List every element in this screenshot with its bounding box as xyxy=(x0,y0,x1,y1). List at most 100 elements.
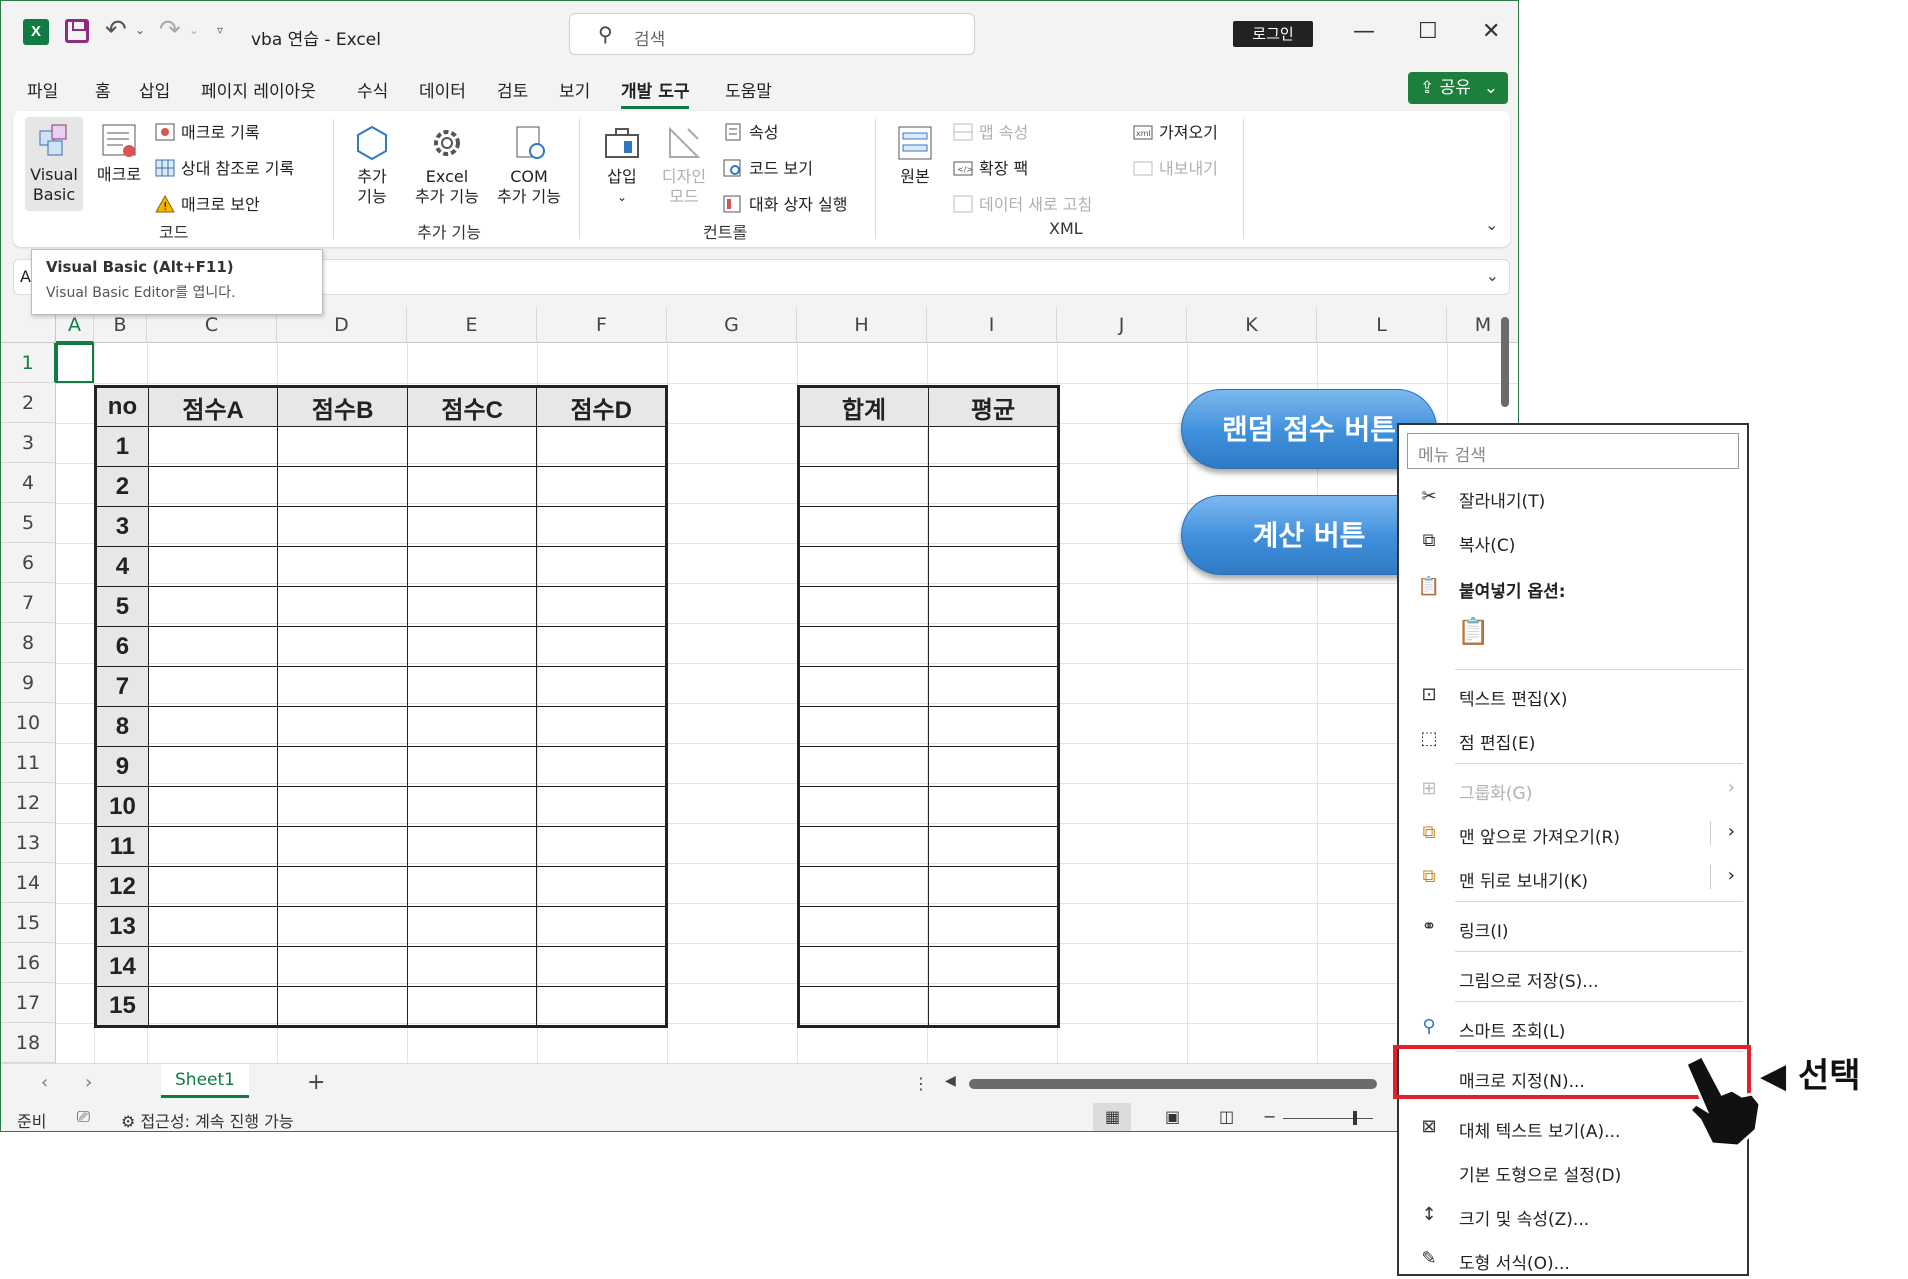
row-header[interactable]: 11 xyxy=(1,743,56,783)
score-cell[interactable] xyxy=(277,906,408,947)
edit-points-menu-item[interactable]: ⬚ 점 편집(E) xyxy=(1399,719,1747,759)
score-cell[interactable] xyxy=(406,786,538,827)
row-number-cell[interactable]: 13 xyxy=(95,906,149,947)
sum-cell[interactable] xyxy=(928,786,1059,827)
row-header[interactable]: 10 xyxy=(1,703,56,743)
score-cell[interactable] xyxy=(536,426,667,467)
com-add-ins-button[interactable]: COM 추가 기능 xyxy=(491,123,567,207)
row-header[interactable]: 4 xyxy=(1,463,56,503)
sum-cell[interactable] xyxy=(928,466,1059,507)
score-cell[interactable] xyxy=(536,466,667,507)
macro-button[interactable]: 매크로 xyxy=(91,121,147,185)
tab-data[interactable]: 데이터 xyxy=(419,77,466,102)
row-header[interactable]: 13 xyxy=(1,823,56,863)
customize-qat-icon[interactable]: ▿ xyxy=(217,23,223,37)
score-cell[interactable] xyxy=(406,746,538,787)
paste-button[interactable]: 📋 xyxy=(1451,615,1491,655)
row-header[interactable]: 15 xyxy=(1,903,56,943)
score-cell[interactable] xyxy=(277,626,408,667)
row-number-cell[interactable]: 4 xyxy=(95,546,149,587)
maximize-icon[interactable]: ☐ xyxy=(1418,19,1438,44)
sum-cell[interactable] xyxy=(928,586,1059,627)
row-number-cell[interactable]: 11 xyxy=(95,826,149,867)
score-cell[interactable] xyxy=(147,546,279,587)
send-to-back-menu-item[interactable]: ⧉ 맨 뒤로 보내기(K) › xyxy=(1399,857,1747,897)
expand-formula-icon[interactable]: ⌄ xyxy=(1486,266,1499,285)
cut-menu-item[interactable]: ✂ 잘라내기(T) xyxy=(1399,477,1747,517)
row-number-cell[interactable]: 14 xyxy=(95,946,149,987)
score-cell[interactable] xyxy=(536,786,667,827)
column-header[interactable]: L xyxy=(1317,307,1447,343)
column-header[interactable]: G xyxy=(667,307,797,343)
column-header[interactable]: I xyxy=(927,307,1057,343)
save-as-picture-menu-item[interactable]: 그림으로 저장(S)... xyxy=(1399,957,1747,997)
score-cell[interactable] xyxy=(147,746,279,787)
score-cell[interactable] xyxy=(406,626,538,667)
score-cell[interactable] xyxy=(147,866,279,907)
score-cell[interactable] xyxy=(406,986,538,1027)
undo-dropdown-icon[interactable]: ⌄ xyxy=(135,23,145,37)
score-cell[interactable] xyxy=(147,626,279,667)
view-code-button[interactable]: 코드 보기 xyxy=(723,155,813,179)
row-header[interactable]: 18 xyxy=(1,1023,56,1063)
row-number-cell[interactable]: 15 xyxy=(95,986,149,1027)
row-header[interactable]: 14 xyxy=(1,863,56,903)
prev-sheet-icon[interactable]: ‹ xyxy=(41,1072,48,1093)
row-header[interactable]: 8 xyxy=(1,623,56,663)
sum-cell[interactable] xyxy=(928,826,1059,867)
score-cell[interactable] xyxy=(147,426,279,467)
score-cell[interactable] xyxy=(406,866,538,907)
row-header[interactable]: 16 xyxy=(1,943,56,983)
bring-to-front-menu-item[interactable]: ⧉ 맨 앞으로 가져오기(R) › xyxy=(1399,813,1747,853)
score-cell[interactable] xyxy=(277,706,408,747)
score-cell[interactable] xyxy=(277,666,408,707)
score-cell[interactable] xyxy=(277,826,408,867)
score-cell[interactable] xyxy=(536,986,667,1027)
score-cell[interactable] xyxy=(406,946,538,987)
sum-cell[interactable] xyxy=(798,866,929,907)
copy-menu-item[interactable]: ⧉ 복사(C) xyxy=(1399,521,1747,561)
score-cell[interactable] xyxy=(277,986,408,1027)
excel-add-ins-button[interactable]: Excel 추가 기능 xyxy=(409,123,485,207)
sum-cell[interactable] xyxy=(928,426,1059,467)
sum-cell[interactable] xyxy=(798,506,929,547)
active-cell[interactable] xyxy=(56,343,94,383)
sum-cell[interactable] xyxy=(928,746,1059,787)
sum-cell[interactable] xyxy=(928,866,1059,907)
sheet-tab[interactable]: Sheet1 xyxy=(161,1064,249,1098)
zoom-out-icon[interactable]: − xyxy=(1263,1107,1276,1126)
tab-file[interactable]: 파일 xyxy=(27,77,58,102)
score-cell[interactable] xyxy=(277,866,408,907)
score-cell[interactable] xyxy=(147,706,279,747)
macro-record-icon[interactable]: ⎚ xyxy=(77,1107,90,1127)
sum-cell[interactable] xyxy=(798,786,929,827)
login-button[interactable]: 로그인 xyxy=(1233,21,1313,47)
score-cell[interactable] xyxy=(536,706,667,747)
score-cell[interactable] xyxy=(406,506,538,547)
score-cell[interactable] xyxy=(277,426,408,467)
smart-lookup-menu-item[interactable]: ⚲ 스마트 조회(L) xyxy=(1399,1007,1747,1047)
save-icon[interactable] xyxy=(65,19,89,43)
add-ins-button[interactable]: 추가 기능 xyxy=(347,123,397,207)
score-cell[interactable] xyxy=(536,826,667,867)
visual-basic-button[interactable]: Visual Basic xyxy=(25,117,83,211)
search-input[interactable]: ⚲ 검색 xyxy=(569,13,975,55)
sum-cell[interactable] xyxy=(928,626,1059,667)
share-button[interactable]: ⇪ 공유 ⌄ xyxy=(1408,72,1508,104)
tab-review[interactable]: 검토 xyxy=(497,77,528,102)
set-default-shape-menu-item[interactable]: 기본 도형으로 설정(D) xyxy=(1399,1151,1747,1191)
sum-cell[interactable] xyxy=(928,666,1059,707)
row-number-cell[interactable]: 9 xyxy=(95,746,149,787)
score-cell[interactable] xyxy=(277,586,408,627)
row-number-cell[interactable]: 8 xyxy=(95,706,149,747)
score-cell[interactable] xyxy=(406,466,538,507)
row-number-cell[interactable]: 5 xyxy=(95,586,149,627)
tab-view[interactable]: 보기 xyxy=(559,77,590,102)
size-properties-menu-item[interactable]: ↕ 크기 및 속성(Z)... xyxy=(1399,1195,1747,1235)
chevron-right-icon[interactable]: › xyxy=(1728,865,1735,886)
score-cell[interactable] xyxy=(147,666,279,707)
accessibility-status[interactable]: ⚙ 접근성: 계속 진행 가능 xyxy=(121,1108,294,1131)
chevron-right-icon[interactable]: › xyxy=(1728,821,1735,842)
score-cell[interactable] xyxy=(406,426,538,467)
expansion-pack-button[interactable]: </> 확장 팩 xyxy=(953,155,1028,179)
